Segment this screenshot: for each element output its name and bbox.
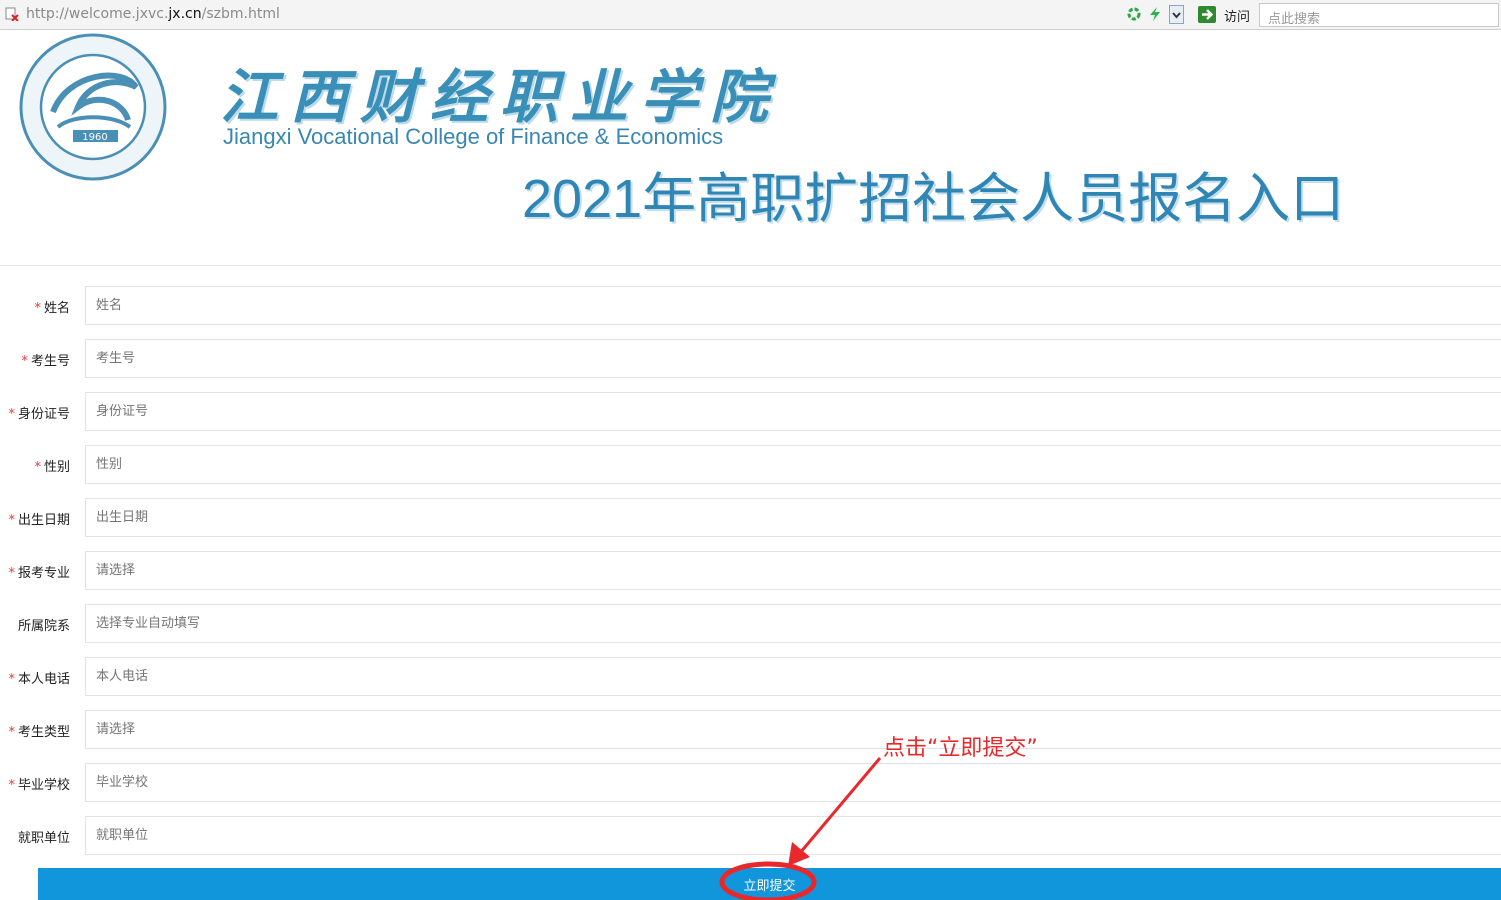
field-label-exam-number: * 考生号 (21, 354, 70, 369)
seal-year: 1960 (82, 132, 107, 143)
required-mark: * (8, 725, 15, 740)
name-input[interactable] (85, 286, 1501, 325)
url-prefix: http://welcome.jxvc. (26, 6, 169, 22)
major-select[interactable] (85, 551, 1501, 590)
graduate-school-input[interactable] (85, 763, 1501, 802)
required-mark: * (8, 672, 15, 687)
college-name-en: Jiangxi Vocational College of Finance & … (223, 124, 724, 149)
required-mark: * (8, 778, 15, 793)
field-label-gender: * 性别 (34, 460, 70, 475)
browser-toolbar: http://welcome.jxvc.jx.cn/szbm.html 访问 点… (0, 0, 1501, 30)
url-domain: jx.cn (168, 6, 202, 22)
field-label-employer: 就职单位 (17, 831, 70, 846)
form-row-id-number: * 身份证号 (0, 392, 1501, 431)
field-label-name: * 姓名 (34, 301, 70, 316)
birth-date-input[interactable] (85, 498, 1501, 537)
submit-button[interactable]: 立即提交 (38, 868, 1501, 900)
address-bar[interactable]: http://welcome.jxvc.jx.cn/szbm.html (26, 6, 280, 22)
arrow-right-icon (1202, 9, 1214, 20)
required-mark: * (21, 354, 28, 369)
college-name-cn: 江西财经职业学院 (220, 63, 781, 131)
form-row-name: * 姓名 (0, 286, 1501, 325)
lightning-icon[interactable] (1147, 6, 1163, 22)
required-mark: * (8, 407, 15, 422)
field-label-graduate-school: * 毕业学校 (8, 778, 70, 793)
gender-input[interactable] (85, 445, 1501, 484)
field-label-department: 所属院系 (17, 619, 70, 634)
form-row-employer: 就职单位 (0, 816, 1501, 855)
form-row-exam-number: * 考生号 (0, 339, 1501, 378)
form-row-gender: * 性别 (0, 445, 1501, 484)
search-input[interactable]: 点此搜索 (1259, 3, 1499, 27)
college-seal-logo: 1960 (19, 33, 167, 181)
employer-input[interactable] (85, 816, 1501, 855)
department-input[interactable] (85, 604, 1501, 643)
id-number-input[interactable] (85, 392, 1501, 431)
form-row-phone: * 本人电话 (0, 657, 1501, 696)
chevron-down-icon (1172, 12, 1181, 19)
form-row-major: * 报考专业 (0, 551, 1501, 590)
field-label-phone: * 本人电话 (8, 672, 70, 687)
exam-number-input[interactable] (85, 339, 1501, 378)
form-row-department: 所属院系 (0, 604, 1501, 643)
page-title: 2021年高职扩招社会人员报名入口 (522, 169, 1345, 229)
address-dropdown-button[interactable] (1169, 5, 1184, 24)
header-banner: 1960 江西财经职业学院 Jiangxi Vocational College… (0, 30, 1501, 266)
field-label-major: * 报考专业 (8, 566, 70, 581)
field-label-birth-date: * 出生日期 (8, 513, 70, 528)
form-row-graduate-school: * 毕业学校 (0, 763, 1501, 802)
required-mark: * (34, 301, 41, 316)
page-error-icon (5, 7, 19, 21)
go-button[interactable] (1198, 6, 1216, 23)
required-mark: * (8, 566, 15, 581)
refresh-icon[interactable] (1126, 6, 1142, 22)
field-label-candidate-type: * 考生类型 (8, 725, 70, 740)
field-label-id-number: * 身份证号 (8, 407, 70, 422)
visit-button[interactable]: 访问 (1224, 6, 1250, 25)
annotation-text: 点击“立即提交” (883, 736, 1038, 761)
form-row-candidate-type: * 考生类型 (0, 710, 1501, 749)
required-mark: * (8, 513, 15, 528)
url-suffix: /szbm.html (201, 6, 280, 22)
candidate-type-select[interactable] (85, 710, 1501, 749)
form-row-birth-date: * 出生日期 (0, 498, 1501, 537)
phone-input[interactable] (85, 657, 1501, 696)
required-mark: * (34, 460, 41, 475)
